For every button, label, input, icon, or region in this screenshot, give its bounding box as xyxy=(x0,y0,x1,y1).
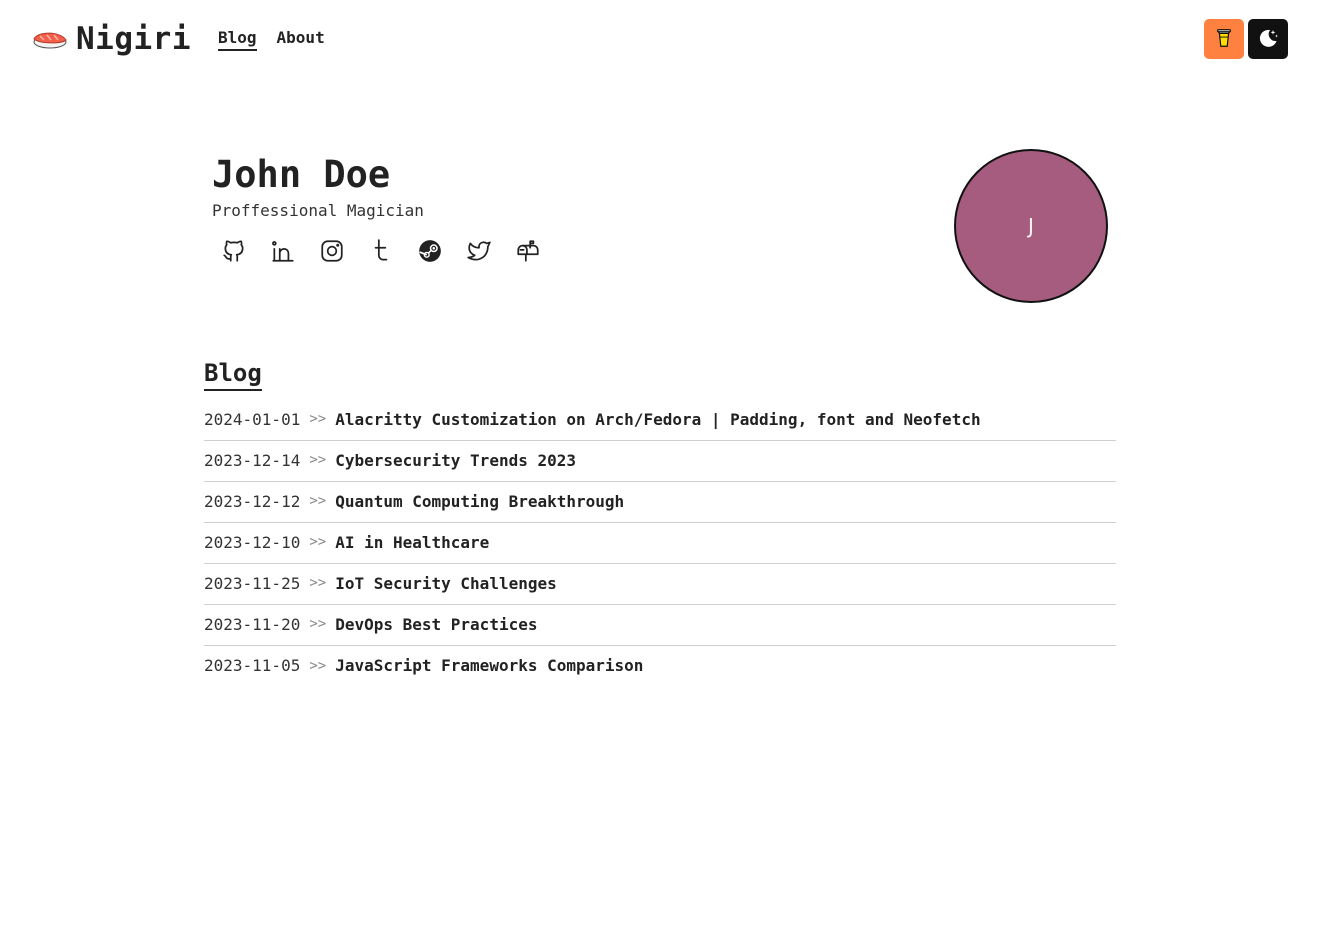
github-icon xyxy=(223,240,244,262)
blog-heading[interactable]: Blog xyxy=(204,357,262,391)
blog-post-list: 2024-01-01 >> Alacritty Customization on… xyxy=(204,400,1116,687)
linkedin-link[interactable] xyxy=(269,237,297,265)
post-separator: >> xyxy=(309,411,327,427)
post-date: 2024-01-01 xyxy=(204,409,301,429)
post-list-item: 2023-11-05 >> JavaScript Frameworks Comp… xyxy=(204,646,1116,687)
theme-toggle-button[interactable] xyxy=(1248,19,1288,59)
logo-link[interactable]: Nigiri xyxy=(32,20,191,58)
post-separator: >> xyxy=(309,616,327,632)
site-header: Nigiri Blog About xyxy=(0,0,1320,78)
instagram-icon xyxy=(321,240,343,262)
buy-me-coffee-button[interactable] xyxy=(1204,19,1244,59)
linkedin-icon xyxy=(272,241,294,262)
post-date: 2023-11-05 xyxy=(204,656,301,675)
post-title-link[interactable]: Cybersecurity Trends 2023 xyxy=(335,451,576,470)
social-links xyxy=(220,237,912,265)
post-list-item: 2023-12-10 >> AI in Healthcare xyxy=(204,523,1116,564)
post-separator: >> xyxy=(309,575,327,591)
github-link[interactable] xyxy=(220,237,248,265)
profile-name: John Doe xyxy=(212,153,391,196)
post-separator: >> xyxy=(309,493,327,509)
post-title-link[interactable]: JavaScript Frameworks Comparison xyxy=(335,656,643,675)
moon-icon xyxy=(1256,26,1280,53)
nav-blog-link[interactable]: Blog xyxy=(218,28,257,51)
post-date: 2023-11-20 xyxy=(204,614,301,634)
steam-link[interactable] xyxy=(416,237,444,265)
coffee-cup-icon xyxy=(1213,27,1235,52)
twitter-icon xyxy=(467,241,491,261)
post-separator: >> xyxy=(309,657,327,674)
post-separator: >> xyxy=(309,452,327,468)
post-title-link[interactable]: Alacritty Customization on Arch/Fedora |… xyxy=(335,410,980,429)
post-title-link[interactable]: IoT Security Challenges xyxy=(335,574,557,593)
tumblr-icon xyxy=(374,239,388,261)
post-date: 2023-11-25 xyxy=(204,573,301,593)
post-list-item: 2023-12-14 >> Cybersecurity Trends 2023 xyxy=(204,441,1116,482)
mailbox-icon xyxy=(517,240,539,262)
post-list-item: 2023-11-25 >> IoT Security Challenges xyxy=(204,564,1116,605)
post-date: 2023-12-14 xyxy=(204,450,301,470)
post-date: 2023-12-10 xyxy=(204,532,301,552)
post-title-link[interactable]: AI in Healthcare xyxy=(335,533,489,552)
avatar: J xyxy=(954,149,1108,303)
post-list-item: 2023-12-12 >> Quantum Computing Breakthr… xyxy=(204,482,1116,523)
post-list-item: 2023-11-20 >> DevOps Best Practices xyxy=(204,605,1116,646)
instagram-link[interactable] xyxy=(318,237,346,265)
tumblr-link[interactable] xyxy=(367,237,395,265)
twitter-link[interactable] xyxy=(465,237,493,265)
post-list-item: 2024-01-01 >> Alacritty Customization on… xyxy=(204,400,1116,441)
steam-icon xyxy=(419,240,441,262)
avatar-initial: J xyxy=(1028,214,1034,238)
nav-about-link[interactable]: About xyxy=(277,28,325,51)
site-title: Nigiri xyxy=(76,21,191,57)
post-title-link[interactable]: DevOps Best Practices xyxy=(335,615,537,634)
post-date: 2023-12-12 xyxy=(204,491,301,511)
profile-title: Proffessional Magician xyxy=(212,201,424,220)
profile-section: John Doe Proffessional Magician xyxy=(212,152,912,265)
post-title-link[interactable]: Quantum Computing Breakthrough xyxy=(335,492,624,511)
mailbox-link[interactable] xyxy=(514,237,542,265)
main-nav: Blog About xyxy=(218,28,325,51)
sushi-icon xyxy=(32,27,68,51)
post-separator: >> xyxy=(309,534,327,550)
